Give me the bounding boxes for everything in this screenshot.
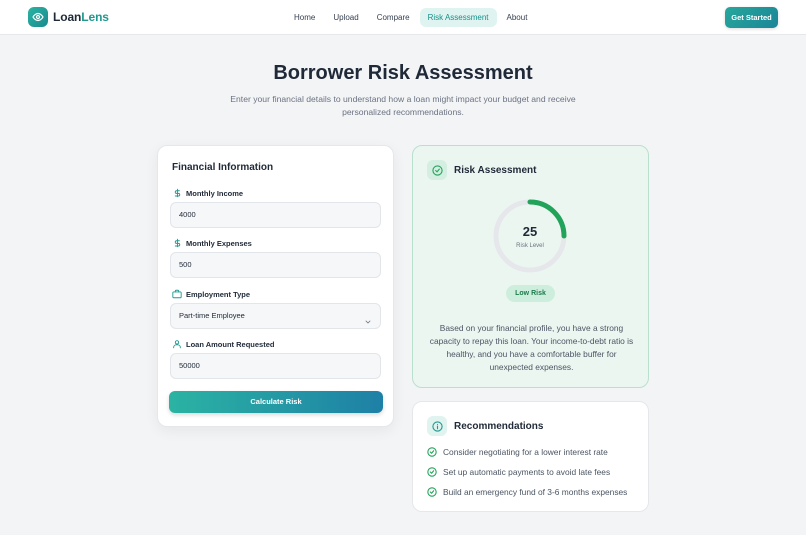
employment-label: Employment Type [172,289,250,299]
eye-icon [28,7,48,27]
calculate-risk-button[interactable]: Calculate Risk [169,391,383,413]
employment-type-value: Part-time Employee [179,311,245,320]
check-circle-icon [427,487,437,497]
recommendation-item: Build an emergency fund of 3-6 months ex… [427,487,627,497]
nav-about[interactable]: About [499,8,536,27]
check-circle-icon [427,447,437,457]
risk-description: Based on your financial profile, you hav… [429,323,634,372]
recommendations-card: Recommendations Consider negotiating for… [412,401,649,512]
check-circle-icon [427,467,437,477]
loan-amount-label: Loan Amount Requested [172,339,274,349]
recommendation-item: Consider negotiating for a lower interes… [427,447,608,457]
main-nav: Home Upload Compare Risk Assessment Abou… [286,8,537,27]
employment-type-select[interactable]: Part-time Employee [170,303,381,329]
chevron-down-icon [364,312,372,324]
brand-logo[interactable]: LoanLens [28,7,109,27]
nav-compare[interactable]: Compare [369,8,418,27]
recommendations-title: Recommendations [454,421,544,432]
risk-assessment-card: Risk Assessment 25 Risk Level Low Risk B… [412,145,649,388]
risk-score-caption: Risk Level [516,243,544,249]
monthly-expenses-input[interactable]: 500 [170,252,381,278]
income-label: Monthly Income [172,188,243,198]
get-started-button[interactable]: Get Started [725,7,778,28]
financial-info-title: Financial Information [172,162,274,173]
loan-amount-input[interactable]: 50000 [170,353,381,379]
nav-home[interactable]: Home [286,8,323,27]
expenses-label: Monthly Expenses [172,238,252,248]
dollar-icon [172,188,182,198]
nav-risk-assessment[interactable]: Risk Assessment [419,8,497,27]
nav-upload[interactable]: Upload [325,8,366,27]
info-icon [427,416,447,436]
check-circle-icon [427,160,447,180]
risk-score: 25 [522,224,538,239]
briefcase-icon [172,289,182,299]
brand-name: LoanLens [53,10,109,24]
page-title: Borrower Risk Assessment [273,62,533,84]
page-subtitle: Enter your financial details to understa… [230,94,576,117]
risk-assessment-title: Risk Assessment [454,165,537,176]
top-header: LoanLens Home Upload Compare Risk Assess… [0,0,806,35]
risk-level-badge: Low Risk [506,285,555,302]
monthly-income-input[interactable]: 4000 [170,202,381,228]
user-icon [172,339,182,349]
financial-info-card: Financial Information Monthly Income 400… [157,145,394,427]
dollar-icon [172,238,182,248]
recommendation-item: Set up automatic payments to avoid late … [427,467,610,477]
